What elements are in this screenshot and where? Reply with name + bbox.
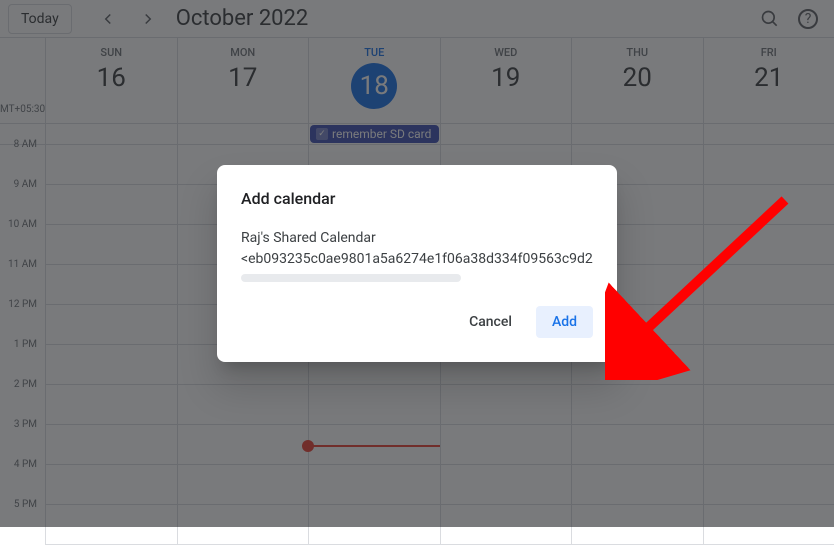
cancel-button[interactable]: Cancel bbox=[453, 306, 528, 338]
dialog-title: Add calendar bbox=[241, 189, 593, 208]
underline bbox=[241, 274, 461, 282]
dialog-actions: Cancel Add bbox=[241, 306, 593, 338]
add-button[interactable]: Add bbox=[536, 306, 593, 338]
add-calendar-dialog: Add calendar Raj's Shared Calendar <eb09… bbox=[217, 165, 617, 362]
modal-overlay[interactable]: Add calendar Raj's Shared Calendar <eb09… bbox=[0, 0, 834, 527]
calendar-app: Today October 2022 ? MT+05:30 SUN 16 MON… bbox=[0, 0, 834, 527]
calendar-name: Raj's Shared Calendar bbox=[241, 228, 593, 249]
calendar-id: <eb093235c0ae9801a5a6274e1f06a38d334f095… bbox=[241, 249, 593, 270]
dialog-body: Raj's Shared Calendar <eb093235c0ae9801a… bbox=[241, 228, 593, 282]
